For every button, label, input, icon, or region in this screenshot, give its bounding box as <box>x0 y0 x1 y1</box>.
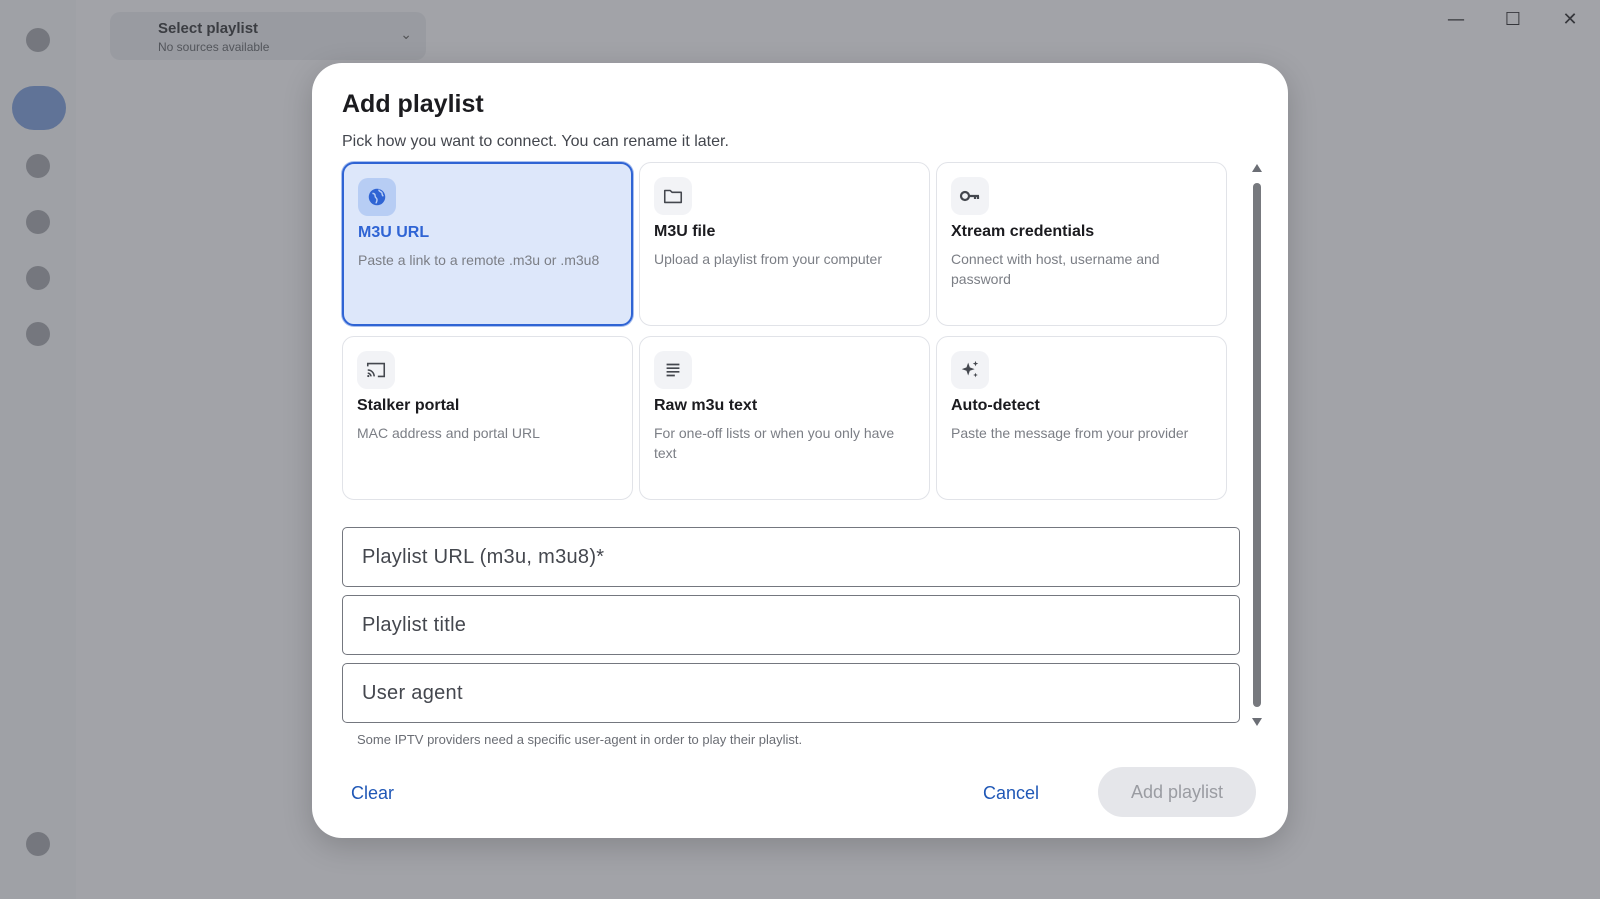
option-title: Raw m3u text <box>654 397 758 414</box>
user-agent-field[interactable] <box>342 663 1240 723</box>
playlist-url-input[interactable] <box>343 528 1239 586</box>
dialog-title: Add playlist <box>342 90 484 118</box>
key-icon <box>951 177 989 215</box>
option-stalker-portal[interactable]: Stalker portal MAC address and portal UR… <box>342 336 633 500</box>
globe-icon <box>358 178 396 216</box>
option-description: Upload a playlist from your computer <box>654 251 882 267</box>
option-description: For one-off lists or when you only have … <box>654 425 895 461</box>
scroll-up-arrow-icon[interactable] <box>1252 164 1262 172</box>
option-xtream-credentials[interactable]: Xtream credentials Connect with host, us… <box>936 162 1227 326</box>
option-raw-m3u-text[interactable]: Raw m3u text For one-off lists or when y… <box>639 336 930 500</box>
clear-button[interactable]: Clear <box>351 773 394 813</box>
sparkle-icon <box>951 351 989 389</box>
option-description: Connect with host, username and password <box>951 251 1160 287</box>
option-m3u-url[interactable]: M3U URL Paste a link to a remote .m3u or… <box>342 162 633 326</box>
scroll-down-arrow-icon[interactable] <box>1252 718 1262 726</box>
option-auto-detect[interactable]: Auto-detect Paste the message from your … <box>936 336 1227 500</box>
playlist-title-field[interactable] <box>342 595 1240 655</box>
cancel-button[interactable]: Cancel <box>983 773 1039 813</box>
user-agent-input[interactable] <box>343 664 1239 722</box>
option-description: Paste a link to a remote .m3u or .m3u8 <box>358 252 600 268</box>
add-playlist-dialog: Add playlist Pick how you want to connec… <box>312 63 1288 838</box>
cast-icon <box>357 351 395 389</box>
scrollbar-thumb[interactable] <box>1253 183 1261 707</box>
option-description: MAC address and portal URL <box>357 425 540 441</box>
option-description: Paste the message from your provider <box>951 425 1189 441</box>
option-title: Xtream credentials <box>951 223 1095 240</box>
text-lines-icon <box>654 351 692 389</box>
option-title: M3U URL <box>358 224 430 241</box>
playlist-title-input[interactable] <box>343 596 1239 654</box>
option-title: Stalker portal <box>357 397 460 414</box>
option-title: Auto-detect <box>951 397 1040 414</box>
add-playlist-button[interactable]: Add playlist <box>1098 767 1256 817</box>
user-agent-hint: Some IPTV providers need a specific user… <box>357 732 803 747</box>
option-title: M3U file <box>654 223 716 240</box>
playlist-url-field[interactable] <box>342 527 1240 587</box>
dialog-scrollbar[interactable] <box>1250 164 1264 726</box>
folder-icon <box>654 177 692 215</box>
option-m3u-file[interactable]: M3U file Upload a playlist from your com… <box>639 162 930 326</box>
dialog-subtitle: Pick how you want to connect. You can re… <box>342 133 729 150</box>
